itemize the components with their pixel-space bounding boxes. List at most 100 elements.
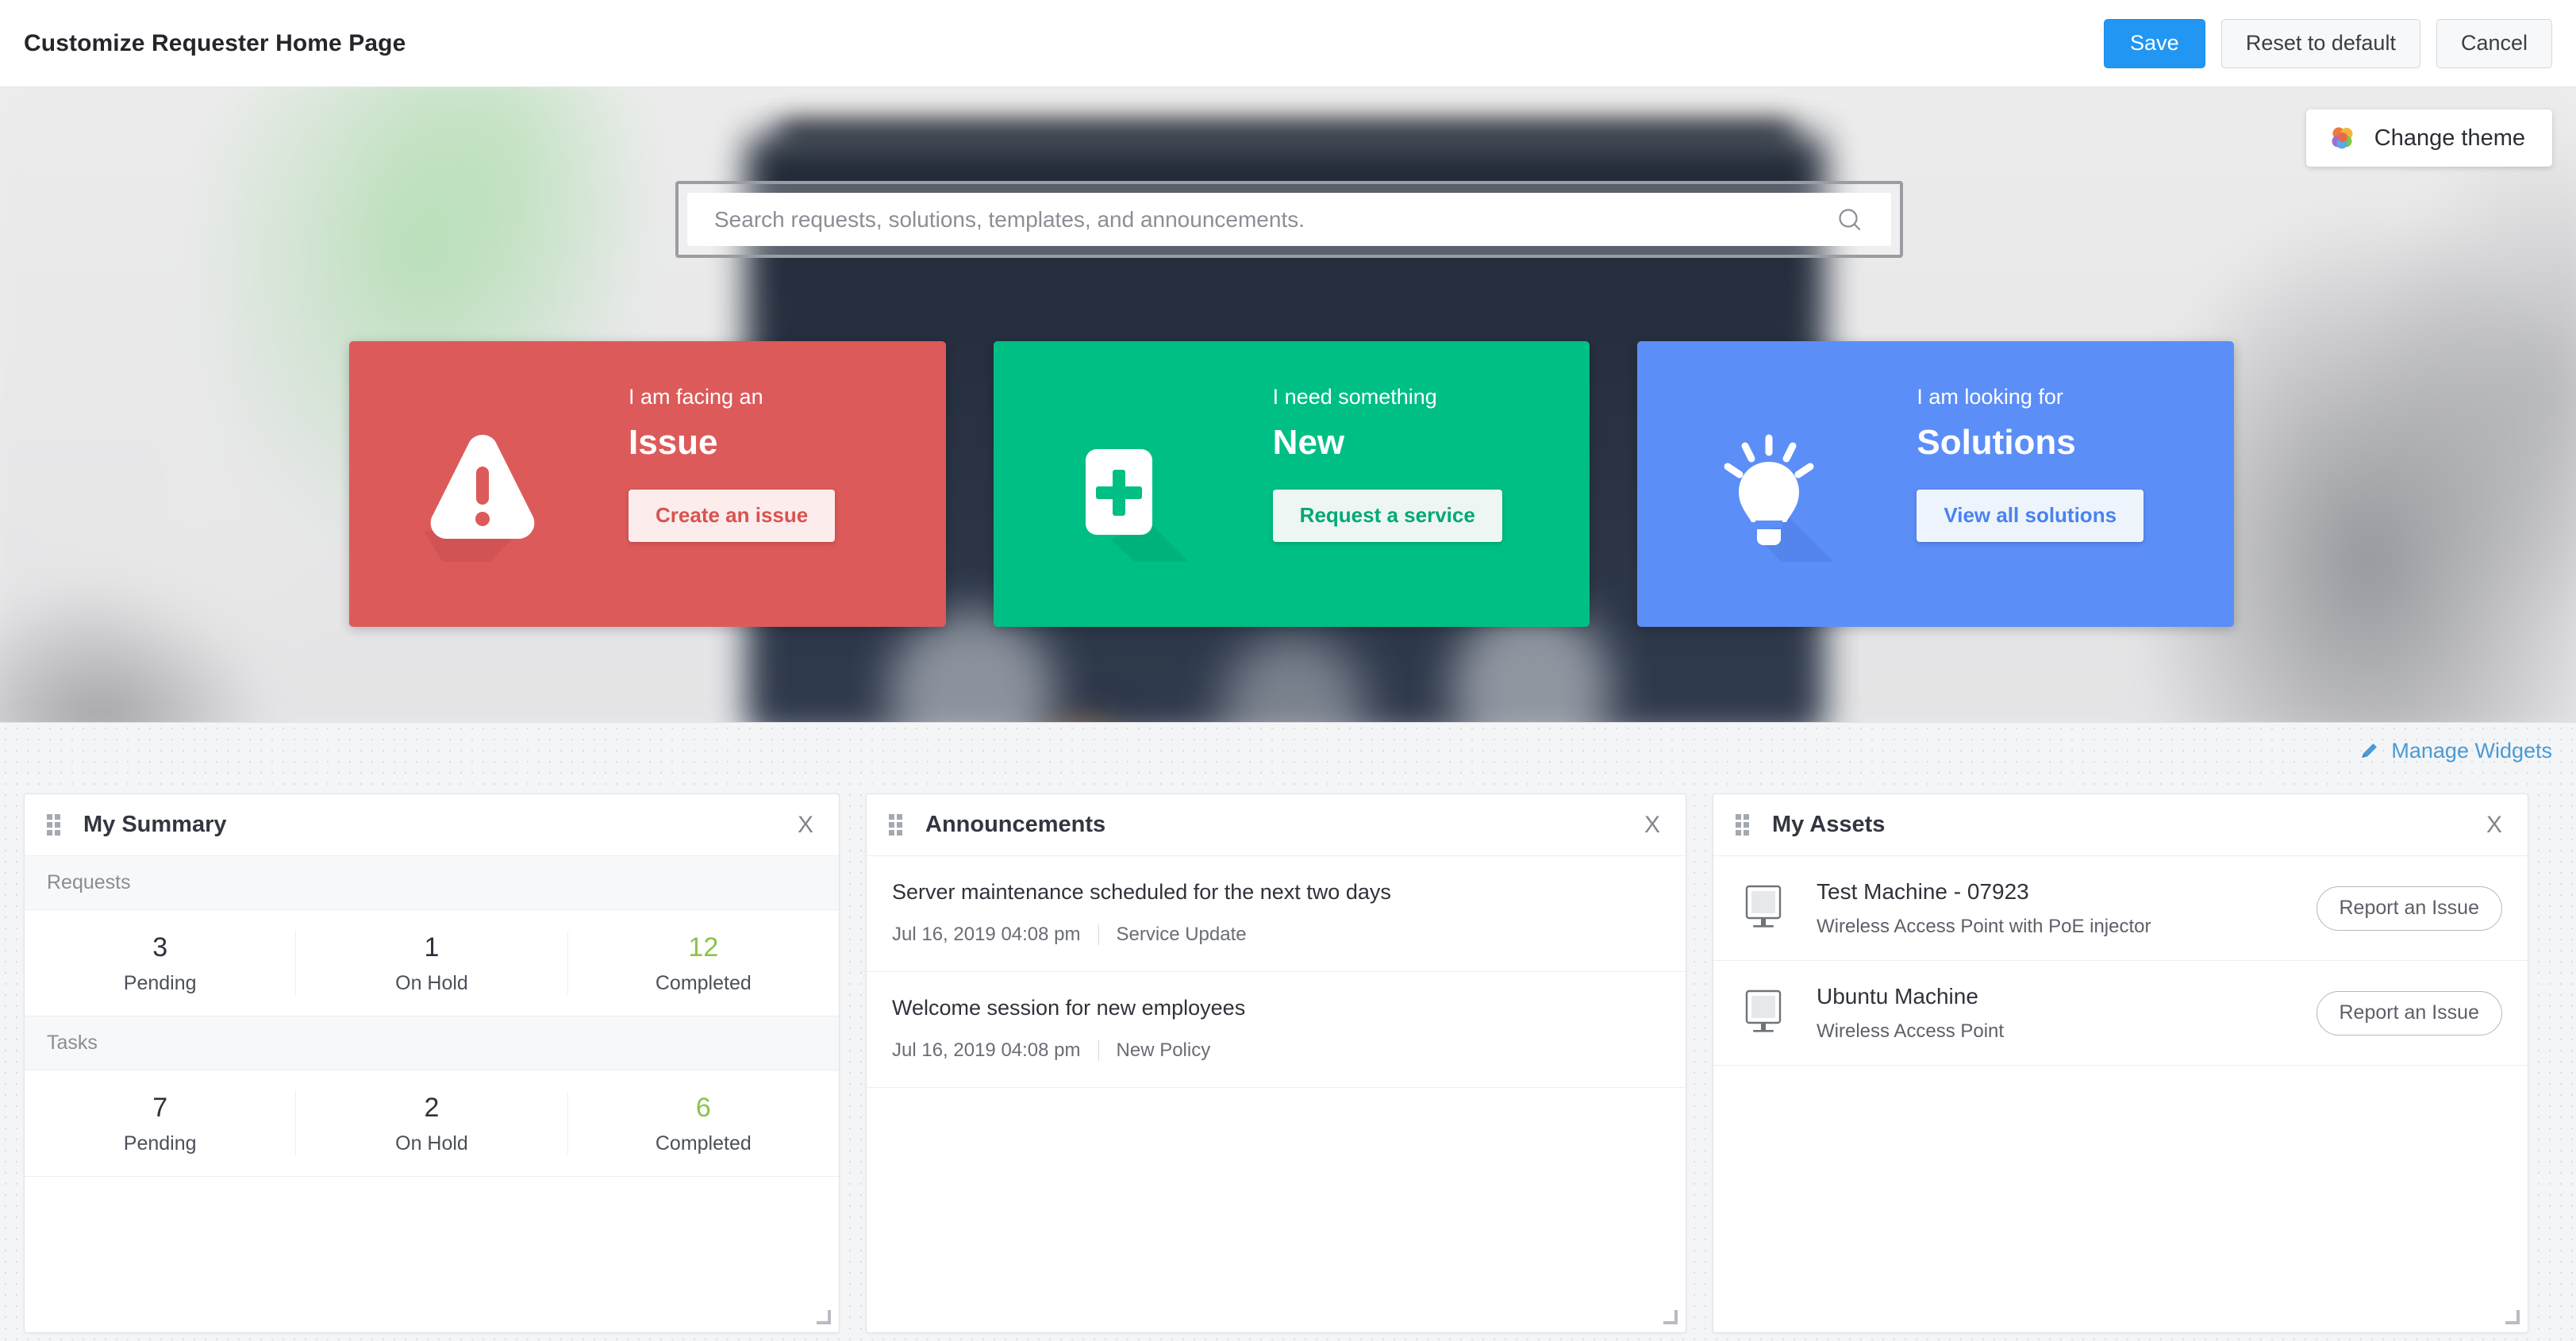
tile-new-text: I need something New Request a service (1272, 384, 1574, 542)
widget-header: My Summary X (25, 794, 839, 856)
announcement-date: Jul 16, 2019 04:08 pm (892, 1039, 1081, 1061)
announcement-date: Jul 16, 2019 04:08 pm (892, 924, 1081, 945)
search-icon[interactable] (1836, 206, 1864, 234)
tile-issue[interactable]: I am facing an Issue Create an issue (349, 341, 946, 627)
resize-handle[interactable] (2505, 1310, 2520, 1324)
asset-text: Test Machine - 07923 Wireless Access Poi… (1817, 879, 2316, 938)
stat-label: Completed (655, 972, 752, 995)
search-input[interactable] (714, 206, 1836, 232)
asset-description: Wireless Access Point (1817, 1020, 2005, 1042)
announcement-title: Welcome session for new employees (892, 996, 1246, 1020)
stat-value: 6 (695, 1092, 711, 1123)
tile-title: New (1272, 423, 1345, 463)
widget-header: My Assets X (1713, 794, 2528, 856)
tile-issue-text: I am facing an Issue Create an issue (629, 384, 930, 542)
monitor-icon (1739, 884, 1793, 933)
summary-section-label-requests: Requests (25, 856, 839, 910)
view-all-solutions-button[interactable]: View all solutions (1917, 489, 2144, 542)
drag-handle-icon[interactable] (889, 813, 905, 836)
pencil-icon (2359, 741, 2380, 762)
stat-label: Pending (123, 972, 197, 995)
plus-square-icon (1055, 421, 1198, 563)
close-icon[interactable]: X (1641, 809, 1663, 842)
stat-value: 7 (152, 1092, 168, 1123)
asset-name: Ubuntu Machine (1817, 983, 1978, 1009)
stat-tasks-onhold: 2 On Hold (296, 1090, 568, 1156)
hero-banner: Change theme I am facing an (0, 87, 2576, 722)
stat-tasks-completed: 6 Completed (568, 1091, 839, 1156)
top-bar: Customize Requester Home Page Save Reset… (0, 0, 2576, 87)
report-an-issue-button[interactable]: Report an Issue (2316, 886, 2502, 931)
tile-new[interactable]: I need something New Request a service (993, 341, 1590, 627)
announcement-title: Server maintenance scheduled for the nex… (892, 880, 1391, 904)
widget-header: Announcements X (867, 794, 1686, 856)
tile-kicker: I am looking for (1917, 385, 2063, 409)
widget-title: My Assets (1772, 812, 1886, 837)
widget-area: Manage Widgets My Summary X Requests 3 P… (0, 722, 2576, 1341)
lightbulb-icon (1699, 421, 1842, 563)
meta-divider (1098, 924, 1099, 945)
summary-section-label-tasks: Tasks (25, 1016, 839, 1070)
monitor-icon (1739, 989, 1793, 1038)
tile-solutions[interactable]: I am looking for Solutions View all solu… (1637, 341, 2235, 627)
stat-value: 2 (424, 1092, 440, 1123)
widgets-row: My Summary X Requests 3 Pending 1 On Hol… (24, 793, 2552, 1333)
announcement-meta: Jul 16, 2019 04:08 pm Service Update (892, 924, 1660, 946)
report-an-issue-button[interactable]: Report an Issue (2316, 990, 2502, 1036)
manage-widgets-label: Manage Widgets (2391, 739, 2552, 763)
create-an-issue-button[interactable]: Create an issue (629, 489, 836, 542)
stat-value: 12 (688, 932, 719, 963)
asset-row[interactable]: Test Machine - 07923 Wireless Access Poi… (1713, 856, 2528, 961)
stat-requests-completed: 12 Completed (568, 931, 839, 996)
tile-title: Issue (629, 423, 718, 463)
stat-label: Completed (655, 1132, 752, 1155)
request-a-service-button[interactable]: Request a service (1272, 489, 1502, 542)
resize-handle[interactable] (1663, 1310, 1678, 1324)
stat-tasks-pending: 7 Pending (25, 1090, 297, 1156)
tile-kicker: I need something (1272, 385, 1437, 409)
widget-my-assets: My Assets X Test Machine - 07923 Wireles… (1713, 793, 2528, 1333)
page-title: Customize Requester Home Page (24, 29, 406, 56)
close-icon[interactable]: X (794, 809, 817, 842)
change-theme-label: Change theme (2374, 125, 2525, 151)
stat-value: 1 (424, 932, 440, 963)
stat-requests-onhold: 1 On Hold (296, 930, 568, 996)
drag-handle-icon[interactable] (47, 813, 63, 836)
widget-my-summary: My Summary X Requests 3 Pending 1 On Hol… (24, 793, 840, 1333)
asset-text: Ubuntu Machine Wireless Access Point (1817, 984, 2316, 1043)
save-button[interactable]: Save (2103, 18, 2205, 68)
widget-title: My Summary (83, 812, 227, 837)
palette-icon (2328, 124, 2357, 152)
tile-kicker: I am facing an (629, 385, 763, 409)
top-bar-actions: Save Reset to default Cancel (2103, 18, 2552, 68)
reset-to-default-button[interactable]: Reset to default (2220, 18, 2420, 68)
asset-description: Wireless Access Point with PoE injector (1817, 915, 2151, 937)
tile-solutions-text: I am looking for Solutions View all solu… (1917, 384, 2218, 542)
meta-divider (1098, 1040, 1099, 1061)
search-box[interactable] (687, 193, 1891, 246)
stat-label: On Hold (395, 972, 468, 995)
announcement-item[interactable]: Welcome session for new employees Jul 16… (867, 972, 1686, 1088)
manage-widgets-link[interactable]: Manage Widgets (2359, 739, 2552, 763)
stat-label: Pending (123, 1132, 197, 1155)
warning-triangle-icon (411, 421, 554, 563)
announcement-category: New Policy (1116, 1039, 1211, 1061)
summary-stats-requests: 3 Pending 1 On Hold 12 Completed (25, 910, 839, 1016)
announcement-meta: Jul 16, 2019 04:08 pm New Policy (892, 1039, 1660, 1062)
asset-name: Test Machine - 07923 (1817, 878, 2029, 904)
cancel-button[interactable]: Cancel (2436, 18, 2552, 68)
close-icon[interactable]: X (2483, 809, 2505, 842)
quick-action-tiles: I am facing an Issue Create an issue I n… (349, 341, 2235, 627)
announcement-category: Service Update (1116, 924, 1247, 945)
announcement-item[interactable]: Server maintenance scheduled for the nex… (867, 856, 1686, 972)
resize-handle[interactable] (817, 1310, 831, 1324)
tile-title: Solutions (1917, 423, 2076, 463)
widget-title: Announcements (925, 812, 1106, 837)
stat-label: On Hold (395, 1132, 468, 1155)
drag-handle-icon[interactable] (1736, 813, 1751, 836)
stat-value: 3 (152, 932, 168, 963)
stat-requests-pending: 3 Pending (25, 930, 297, 996)
widget-announcements: Announcements X Server maintenance sched… (866, 793, 1686, 1333)
asset-row[interactable]: Ubuntu Machine Wireless Access Point Rep… (1713, 961, 2528, 1066)
change-theme-button[interactable]: Change theme (2305, 110, 2552, 167)
